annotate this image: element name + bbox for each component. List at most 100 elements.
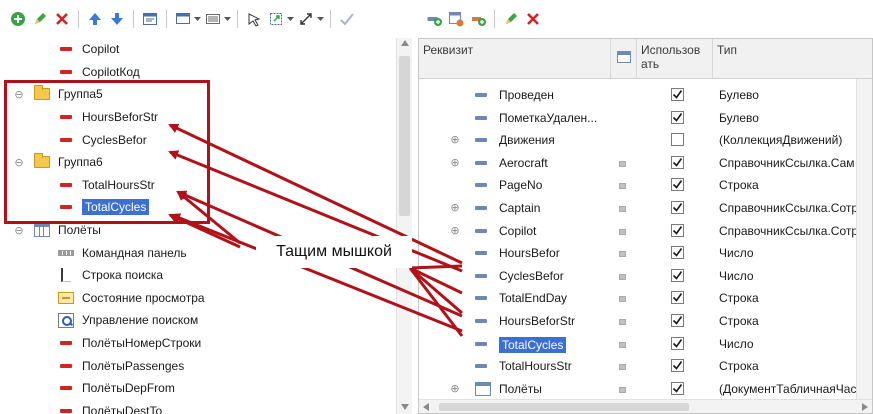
move-up-button[interactable]	[85, 9, 105, 29]
table-row[interactable]: TotalCycles Число	[419, 334, 872, 357]
chevron-down-icon[interactable]	[286, 9, 294, 29]
add-column-button[interactable]	[468, 9, 488, 29]
requisite-type: Строка	[719, 359, 759, 374]
requisite-type: Число	[719, 268, 754, 283]
scroll-thumb[interactable]	[399, 56, 410, 216]
tree-item[interactable]: ПолётыDestTo	[0, 400, 396, 414]
scroll-up-icon[interactable]	[401, 40, 409, 46]
expand-icon[interactable]: ⊕	[449, 157, 461, 169]
search-line-icon	[58, 268, 74, 283]
table-row[interactable]: ⊕ Движения (КоллекцияДвижений)	[419, 130, 872, 153]
tree-item[interactable]: Copilot	[0, 38, 396, 61]
use-checkbox[interactable]	[671, 88, 684, 101]
delete-button[interactable]	[523, 9, 543, 29]
add-attribute-button[interactable]	[424, 9, 444, 29]
table-row[interactable]: PageNo Строка	[419, 175, 872, 198]
table-row[interactable]: TotalEndDay Строка	[419, 288, 872, 311]
form-elements-scrollbar[interactable]	[396, 38, 412, 414]
use-checkbox[interactable]	[671, 201, 684, 214]
tree-item[interactable]: Управление поиском	[0, 309, 396, 332]
table-row[interactable]: ⊕ Aerocraft СправочникСсылка.Сам	[419, 153, 872, 176]
add-button[interactable]	[8, 9, 28, 29]
move-down-button[interactable]	[107, 9, 127, 29]
expand-icon[interactable]: ⊕	[449, 225, 461, 237]
cursor-button[interactable]	[244, 9, 264, 29]
table-row[interactable]: HoursBefor Число	[419, 243, 872, 266]
grid-vertical-scrollbar[interactable]	[856, 79, 872, 399]
arrows-dropdown-button[interactable]	[296, 9, 316, 29]
use-checkbox[interactable]	[671, 110, 684, 124]
scroll-right-icon[interactable]	[862, 403, 868, 411]
hscroll-thumb[interactable]	[439, 403, 689, 411]
use-checkbox[interactable]	[671, 314, 684, 327]
requisite-name: TotalEndDay	[499, 291, 568, 306]
form-button[interactable]	[140, 9, 160, 29]
grid-horizontal-scrollbar[interactable]	[419, 399, 872, 413]
use-checkbox[interactable]	[671, 223, 684, 237]
use-checkbox[interactable]	[671, 133, 684, 147]
red-dash-icon	[58, 336, 74, 350]
chevron-down-icon[interactable]	[316, 9, 324, 29]
use-checkbox[interactable]	[671, 336, 684, 350]
add-table-button[interactable]	[446, 9, 466, 29]
toolbar-separator	[166, 10, 167, 28]
expand-icon[interactable]: ⊕	[449, 202, 461, 214]
use-checkbox[interactable]	[671, 291, 684, 305]
tree-item-label: ПолётыDepFrom	[82, 381, 175, 396]
check-button[interactable]	[337, 9, 357, 29]
tree-item[interactable]: ПолётыНомерСтроки	[0, 332, 396, 355]
grid-rows: Проведен Булево ПометкаУдален... Булево ⊕ Дви…	[419, 79, 872, 413]
requisite-type: (ДокументТабличнаяЧас	[719, 381, 857, 396]
requisite-name: HoursBefor	[499, 246, 560, 261]
use-checkbox[interactable]	[671, 381, 684, 395]
attribute-icon	[475, 183, 487, 188]
table-row[interactable]: CyclesBefor Число	[419, 266, 872, 289]
use-checkbox[interactable]	[671, 155, 684, 169]
table-row[interactable]: ⊕ Полёты (ДокументТабличнаяЧас	[419, 379, 872, 402]
tree-item[interactable]: ПолётыDepFrom	[0, 377, 396, 400]
requisite-type: Число	[719, 336, 754, 351]
scroll-left-icon[interactable]	[423, 403, 429, 411]
chevron-down-icon[interactable]	[223, 9, 231, 29]
requisite-type: СправочникСсылка.Сотр	[719, 223, 859, 238]
header-type-label: Тип	[717, 43, 738, 57]
delete-button[interactable]	[52, 9, 72, 29]
red-dash-icon	[58, 359, 74, 373]
edit-button[interactable]	[501, 9, 521, 29]
column-marker-icon	[619, 341, 626, 348]
chevron-down-icon[interactable]	[193, 9, 201, 29]
table-row[interactable]: ПометкаУдален... Булево	[419, 108, 872, 131]
table-row[interactable]: ⊕ Captain СправочникСсылка.Сотр	[419, 198, 872, 221]
header-use[interactable]: Использов ать	[637, 39, 713, 79]
attribute-icon	[475, 138, 487, 143]
table-row[interactable]: TotalHoursStr Строка	[419, 356, 872, 379]
use-checkbox[interactable]	[671, 178, 684, 192]
tree-item[interactable]: ПолётыPassenges	[0, 354, 396, 377]
attribute-icon	[475, 228, 487, 233]
header-requisite[interactable]: Реквизит	[419, 39, 611, 79]
scroll-down-icon[interactable]	[401, 404, 409, 410]
table-row[interactable]: ⊕ Copilot СправочникСсылка.Сотр	[419, 221, 872, 244]
table-row[interactable]: Проведен Булево	[419, 85, 872, 108]
header-table-col[interactable]	[611, 39, 637, 79]
panel-dropdown-button[interactable]	[203, 9, 223, 29]
header-type[interactable]: Тип	[713, 39, 856, 79]
add-column-icon	[470, 11, 486, 27]
collapse-icon[interactable]: ⊖	[12, 223, 26, 237]
toolbar-separator	[330, 10, 331, 28]
use-checkbox[interactable]	[671, 268, 684, 282]
use-checkbox[interactable]	[671, 359, 684, 373]
edit-button[interactable]	[30, 9, 50, 29]
attribute-icon	[475, 341, 487, 346]
requisite-name: Движения	[499, 133, 555, 148]
window-dropdown-button[interactable]	[173, 9, 193, 29]
attribute-icon	[475, 160, 487, 165]
expand-icon[interactable]: ⊕	[449, 134, 461, 146]
tree-item[interactable]: Состояние просмотра	[0, 287, 396, 310]
expand-icon[interactable]: ⊕	[449, 383, 461, 395]
table-row[interactable]: HoursBeforStr Строка	[419, 311, 872, 334]
size-dropdown-button[interactable]	[266, 9, 286, 29]
use-checkbox[interactable]	[671, 246, 684, 260]
add-table-icon	[448, 11, 464, 27]
tree-item-label: Управление поиском	[82, 313, 199, 328]
